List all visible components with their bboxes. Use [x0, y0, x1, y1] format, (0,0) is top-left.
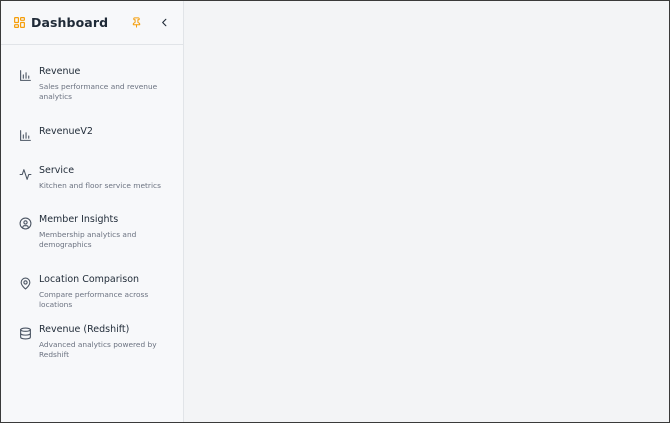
- user-circle-icon: [18, 216, 32, 230]
- bar-chart-icon: [18, 68, 32, 82]
- pin-icon: [132, 17, 140, 28]
- sidebar-item-description: Compare performance across locations: [39, 290, 149, 309]
- sidebar-header: Dashboard: [1, 1, 183, 45]
- collapse-sidebar-button[interactable]: [155, 14, 173, 32]
- sidebar-item-label: Location Comparison: [39, 274, 140, 285]
- main-content: [184, 1, 669, 422]
- sidebar-item-revenue[interactable]: Revenue Sales performance and revenue an…: [18, 65, 178, 102]
- sidebar-item-member-insights[interactable]: Member Insights Membership analytics and…: [18, 213, 178, 250]
- sidebar-item-description: Kitchen and floor service metrics: [39, 181, 161, 190]
- sidebar-title: Dashboard: [31, 15, 109, 30]
- sidebar-item-label: Revenue (Redshift): [39, 324, 130, 335]
- sidebar-item-service[interactable]: Service Kitchen and floor service metric…: [18, 164, 178, 191]
- sidebar-item-label: RevenueV2: [39, 126, 93, 137]
- sidebar-item-revenuev2[interactable]: RevenueV2: [18, 125, 178, 142]
- sidebar-item-revenue-redshift[interactable]: Revenue (Redshift) Advanced analytics po…: [18, 323, 178, 360]
- sidebar-item-label: Revenue: [39, 66, 81, 77]
- activity-icon: [18, 167, 32, 181]
- sidebar-item-description: Sales performance and revenue analytics: [39, 82, 158, 101]
- sidebar-item-description: Membership analytics and demographics: [39, 230, 137, 249]
- map-pin-icon: [18, 276, 32, 290]
- bar-chart-icon: [18, 128, 32, 142]
- database-icon: [18, 326, 32, 340]
- sidebar: Dashboard Revenue Sales performance and …: [1, 1, 184, 422]
- sidebar-item-location-comparison[interactable]: Location Comparison Compare performance …: [18, 273, 178, 310]
- sidebar-item-description: Advanced analytics powered by Redshift: [39, 340, 157, 359]
- dashboard-grid-icon: [12, 16, 26, 30]
- pin-button[interactable]: [127, 14, 145, 32]
- sidebar-item-label: Member Insights: [39, 214, 119, 225]
- sidebar-item-label: Service: [39, 165, 75, 176]
- chevron-left-icon: [161, 18, 166, 27]
- app-window: Dashboard Revenue Sales performance and …: [0, 0, 670, 423]
